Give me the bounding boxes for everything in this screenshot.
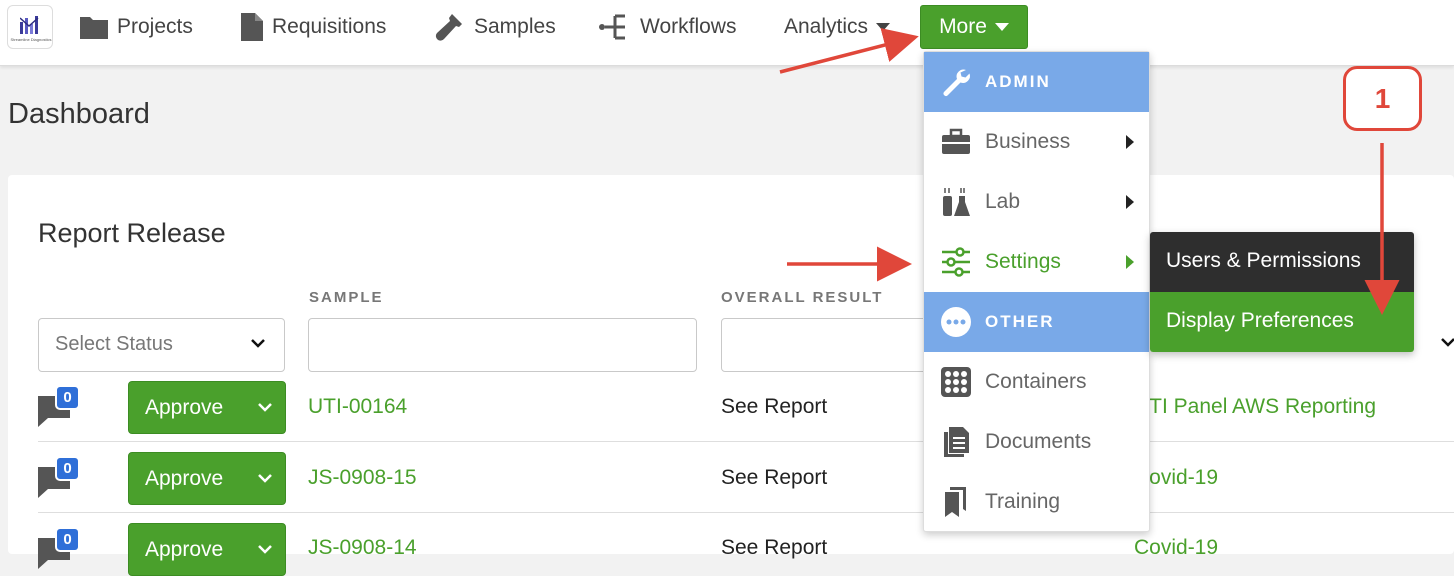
nav-analytics[interactable]: Analytics (784, 10, 891, 44)
panel-link[interactable]: Covid-19 (1134, 536, 1218, 560)
logo-caption: Streamline Diagnostics (10, 37, 52, 42)
page-title: Dashboard (8, 98, 150, 130)
row-divider (38, 512, 1454, 513)
menu-item-containers[interactable]: Containers (924, 352, 1149, 412)
menu-item-training-label: Training (985, 490, 1061, 513)
comment-count-badge: 0 (55, 527, 80, 552)
settings-submenu: Users & Permissions Display Preferences (1150, 232, 1414, 352)
approve-button[interactable]: Approve (128, 452, 286, 505)
row-divider (38, 441, 1454, 442)
wrench-icon (943, 69, 970, 96)
nav-workflows[interactable]: Workflows (598, 10, 736, 44)
submenu-display-label: Display Preferences (1166, 309, 1354, 332)
menu-section-admin: ADMIN (924, 52, 1149, 112)
overall-result-filter-input[interactable] (721, 318, 931, 372)
document-icon (241, 13, 263, 41)
submenu-item-display-preferences[interactable]: Display Preferences (1150, 292, 1414, 352)
approve-label: Approve (145, 537, 224, 561)
annotation-callout: 1 (1343, 66, 1422, 131)
menu-item-containers-label: Containers (985, 370, 1087, 393)
nav-analytics-label: Analytics (784, 15, 869, 38)
menu-item-settings-label: Settings (985, 250, 1061, 273)
chevron-right-icon (1126, 195, 1134, 209)
submenu-users-label: Users & Permissions (1166, 249, 1361, 272)
chevron-right-icon (1126, 135, 1134, 149)
nav-workflows-label: Workflows (640, 15, 737, 38)
approve-label: Approve (145, 466, 224, 490)
chevron-down-icon (258, 474, 272, 483)
approve-button[interactable]: Approve (128, 523, 286, 576)
comment-count-badge: 0 (55, 385, 80, 410)
nav-projects[interactable]: Projects (79, 10, 193, 44)
status-select[interactable]: Select Status (38, 318, 285, 372)
workflow-icon (599, 14, 625, 40)
report-release-title: Report Release (38, 218, 226, 248)
chevron-right-icon (1126, 255, 1134, 269)
sliders-icon (942, 247, 970, 277)
overall-result: See Report (721, 466, 828, 489)
nav-samples-label: Samples (474, 15, 556, 38)
menu-section-other-label: OTHER (985, 312, 1055, 331)
sample-link[interactable]: JS-0908-14 (308, 536, 417, 560)
grid-icon (941, 367, 971, 397)
chevron-down-icon (251, 339, 265, 348)
menu-section-admin-label: ADMIN (985, 72, 1051, 91)
sample-link[interactable]: UTI-00164 (308, 395, 407, 419)
folder-icon (80, 17, 108, 39)
logo-icon (20, 16, 39, 34)
menu-section-other: OTHER (924, 292, 1149, 352)
menu-item-lab-label: Lab (985, 190, 1021, 213)
documents-icon (944, 427, 969, 457)
status-select-placeholder: Select Status (55, 333, 173, 355)
approve-label: Approve (145, 395, 224, 419)
more-menu-button[interactable]: More (920, 5, 1028, 49)
bookmark-icon (945, 487, 966, 517)
menu-item-lab[interactable]: Lab (924, 172, 1149, 232)
sample-link[interactable]: JS-0908-15 (308, 466, 417, 490)
menu-item-business[interactable]: Business (924, 112, 1149, 172)
more-dropdown-menu: ADMIN Business Lab Settings OTHER Contai… (923, 51, 1150, 532)
caret-down-icon (994, 23, 1009, 31)
sample-filter-input[interactable] (308, 318, 697, 372)
flask-icon (943, 188, 970, 216)
menu-item-business-label: Business (985, 130, 1071, 153)
overall-result: See Report (721, 395, 828, 418)
chevron-down-icon (258, 403, 272, 412)
menu-item-documents[interactable]: Documents (924, 412, 1149, 472)
briefcase-icon (942, 128, 970, 154)
menu-item-documents-label: Documents (985, 430, 1092, 453)
submenu-item-users-permissions[interactable]: Users & Permissions (1150, 232, 1414, 292)
column-header-overall-result: OVERALL RESULT (721, 289, 884, 306)
nav-requisitions-label: Requisitions (272, 15, 387, 38)
nav-samples[interactable]: Samples (434, 10, 556, 44)
more-label: More (939, 15, 987, 38)
column-header-sample: SAMPLE (309, 289, 384, 306)
test-tube-icon (435, 14, 462, 41)
app-logo[interactable]: Streamline Diagnostics (7, 5, 53, 49)
approve-button[interactable]: Approve (128, 381, 286, 434)
chevron-down-icon (876, 23, 891, 31)
panel-link[interactable]: UTI Panel AWS Reporting (1134, 395, 1376, 419)
nav-requisitions[interactable]: Requisitions (240, 10, 386, 44)
menu-item-training[interactable]: Training (924, 472, 1149, 532)
overall-result: See Report (721, 536, 828, 559)
menu-item-settings[interactable]: Settings (924, 232, 1149, 292)
chevron-down-icon (258, 545, 272, 554)
chevron-down-icon[interactable] (1440, 336, 1454, 348)
comment-count-badge: 0 (55, 456, 80, 481)
ellipsis-circle-icon (941, 307, 971, 337)
nav-projects-label: Projects (117, 15, 193, 38)
